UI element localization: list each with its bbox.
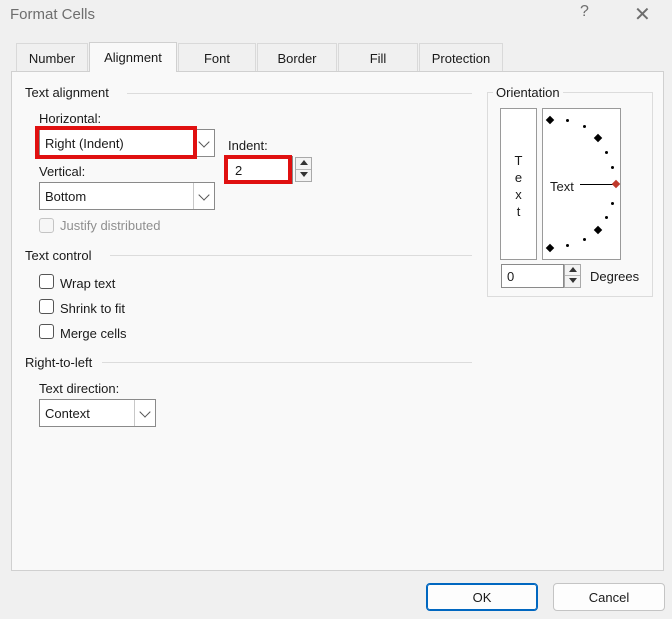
alignment-panel: Text alignment Horizontal: Right (Indent… [11, 71, 664, 571]
highlight-horizontal [35, 126, 197, 159]
dial-tick [611, 166, 614, 169]
dial-marker [593, 133, 603, 143]
vertical-label: Vertical: [39, 164, 86, 179]
divider [127, 93, 472, 94]
dial-tick [583, 238, 586, 241]
ok-button[interactable]: OK [426, 583, 538, 611]
wrap-text-checkbox[interactable] [39, 274, 54, 289]
right-to-left-heading: Right-to-left [25, 355, 93, 370]
chevron-down-icon[interactable] [134, 400, 155, 426]
chevron-down-icon[interactable] [193, 183, 214, 209]
dial-tick [605, 216, 608, 219]
dial-pointer [580, 184, 613, 185]
vertical-text-letter: x [515, 187, 522, 202]
vertical-select[interactable]: Bottom [39, 182, 215, 210]
divider [102, 362, 472, 363]
vertical-text-button[interactable]: T e x t [500, 108, 537, 260]
dial-tick [583, 125, 586, 128]
merge-cells-label: Merge cells [60, 326, 127, 341]
indent-spinner[interactable] [295, 157, 312, 182]
spin-up-icon[interactable] [296, 158, 311, 170]
vertical-value: Bottom [45, 189, 87, 204]
shrink-to-fit-checkbox[interactable] [39, 299, 54, 314]
spin-down-icon[interactable] [565, 276, 580, 287]
tab-alignment[interactable]: Alignment [89, 42, 177, 72]
help-icon[interactable]: ? [580, 3, 589, 21]
dial-tick [605, 151, 608, 154]
degrees-value: 0 [507, 269, 515, 284]
tab-fill[interactable]: Fill [338, 43, 418, 71]
spin-down-icon[interactable] [296, 170, 311, 182]
tab-protection[interactable]: Protection [419, 43, 503, 71]
vertical-text-letter: t [516, 204, 521, 219]
window-title: Format Cells [10, 6, 96, 23]
tab-border[interactable]: Border [257, 43, 337, 71]
text-alignment-heading: Text alignment [25, 85, 109, 100]
shrink-to-fit-label: Shrink to fit [60, 301, 126, 316]
vertical-text-letter: T [514, 153, 523, 168]
degrees-label: Degrees [590, 269, 640, 284]
merge-cells-checkbox[interactable] [39, 324, 54, 339]
dial-marker [545, 115, 555, 125]
dial-tick [611, 202, 614, 205]
text-control-heading: Text control [25, 248, 92, 263]
justify-distributed-label: Justify distributed [60, 218, 161, 233]
dial-tick [566, 119, 569, 122]
wrap-text-label: Wrap text [60, 276, 116, 291]
dial-marker [545, 243, 555, 253]
close-icon[interactable]: ✕ [634, 2, 651, 27]
justify-distributed-checkbox[interactable] [39, 218, 54, 233]
horizontal-label: Horizontal: [39, 111, 102, 126]
text-direction-select[interactable]: Context [39, 399, 156, 427]
indent-label: Indent: [228, 138, 268, 153]
dial-text: Text [550, 179, 574, 194]
dial-marker-selected [611, 179, 621, 189]
degrees-input[interactable]: 0 [501, 264, 564, 288]
text-direction-label: Text direction: [39, 381, 120, 396]
degrees-spinner[interactable] [564, 264, 581, 288]
tab-font[interactable]: Font [178, 43, 256, 71]
spin-up-icon[interactable] [565, 265, 580, 276]
orientation-heading: Orientation [493, 85, 563, 100]
tab-number[interactable]: Number [16, 43, 88, 71]
text-direction-value: Context [45, 406, 90, 421]
vertical-text-letter: e [514, 170, 523, 185]
highlight-indent [224, 155, 292, 184]
divider [110, 255, 472, 256]
orientation-dial[interactable]: Text [542, 108, 621, 260]
cancel-button[interactable]: Cancel [553, 583, 665, 611]
dial-marker [593, 225, 603, 235]
dial-tick [566, 244, 569, 247]
